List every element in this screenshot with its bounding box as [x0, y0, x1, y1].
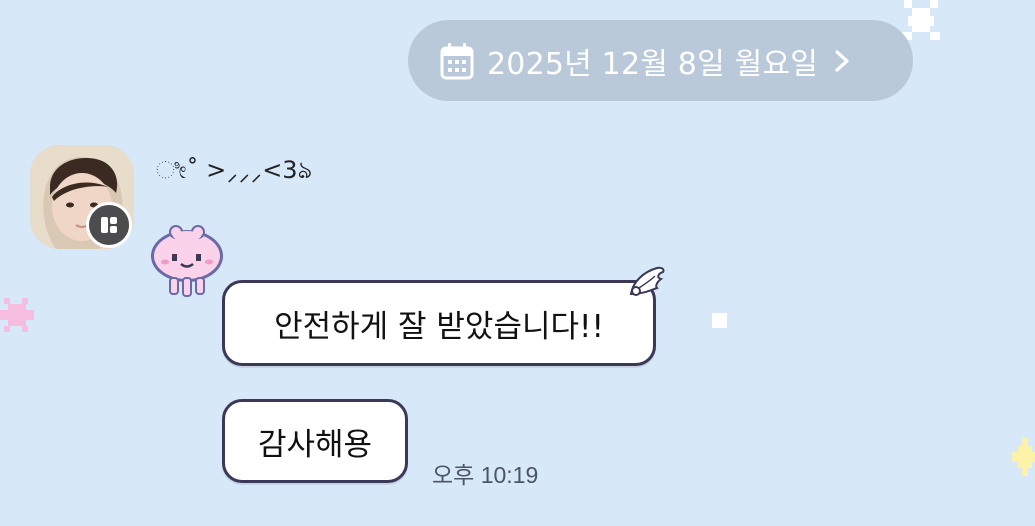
chevron-right-icon: [832, 49, 852, 73]
app-badge-icon: [86, 202, 132, 248]
message-text: 안전하게 잘 받았습니다!!: [274, 308, 604, 345]
sender-name[interactable]: ೀ˚ >⸝⸝⸝<3ঌ: [156, 152, 312, 192]
date-header-text: 2025년 12월 8일 월요일: [487, 46, 819, 82]
message-text: 감사해용: [257, 426, 373, 463]
message-timestamp: 오후 10:19: [432, 462, 539, 488]
message-bubble[interactable]: 안전하게 잘 받았습니다!!: [222, 280, 656, 366]
message-bubble[interactable]: 감사해용: [222, 399, 408, 483]
wing-icon: [629, 266, 665, 296]
sparkle-pink-icon: [0, 298, 34, 332]
sparkle-dot-icon: [712, 313, 727, 328]
date-header-pill[interactable]: 2025년 12월 8일 월요일: [408, 20, 913, 101]
sparkle-yellow-icon: [1012, 438, 1035, 476]
pink-jellyfish-sticker[interactable]: [148, 222, 226, 300]
calendar-icon: [440, 42, 474, 80]
